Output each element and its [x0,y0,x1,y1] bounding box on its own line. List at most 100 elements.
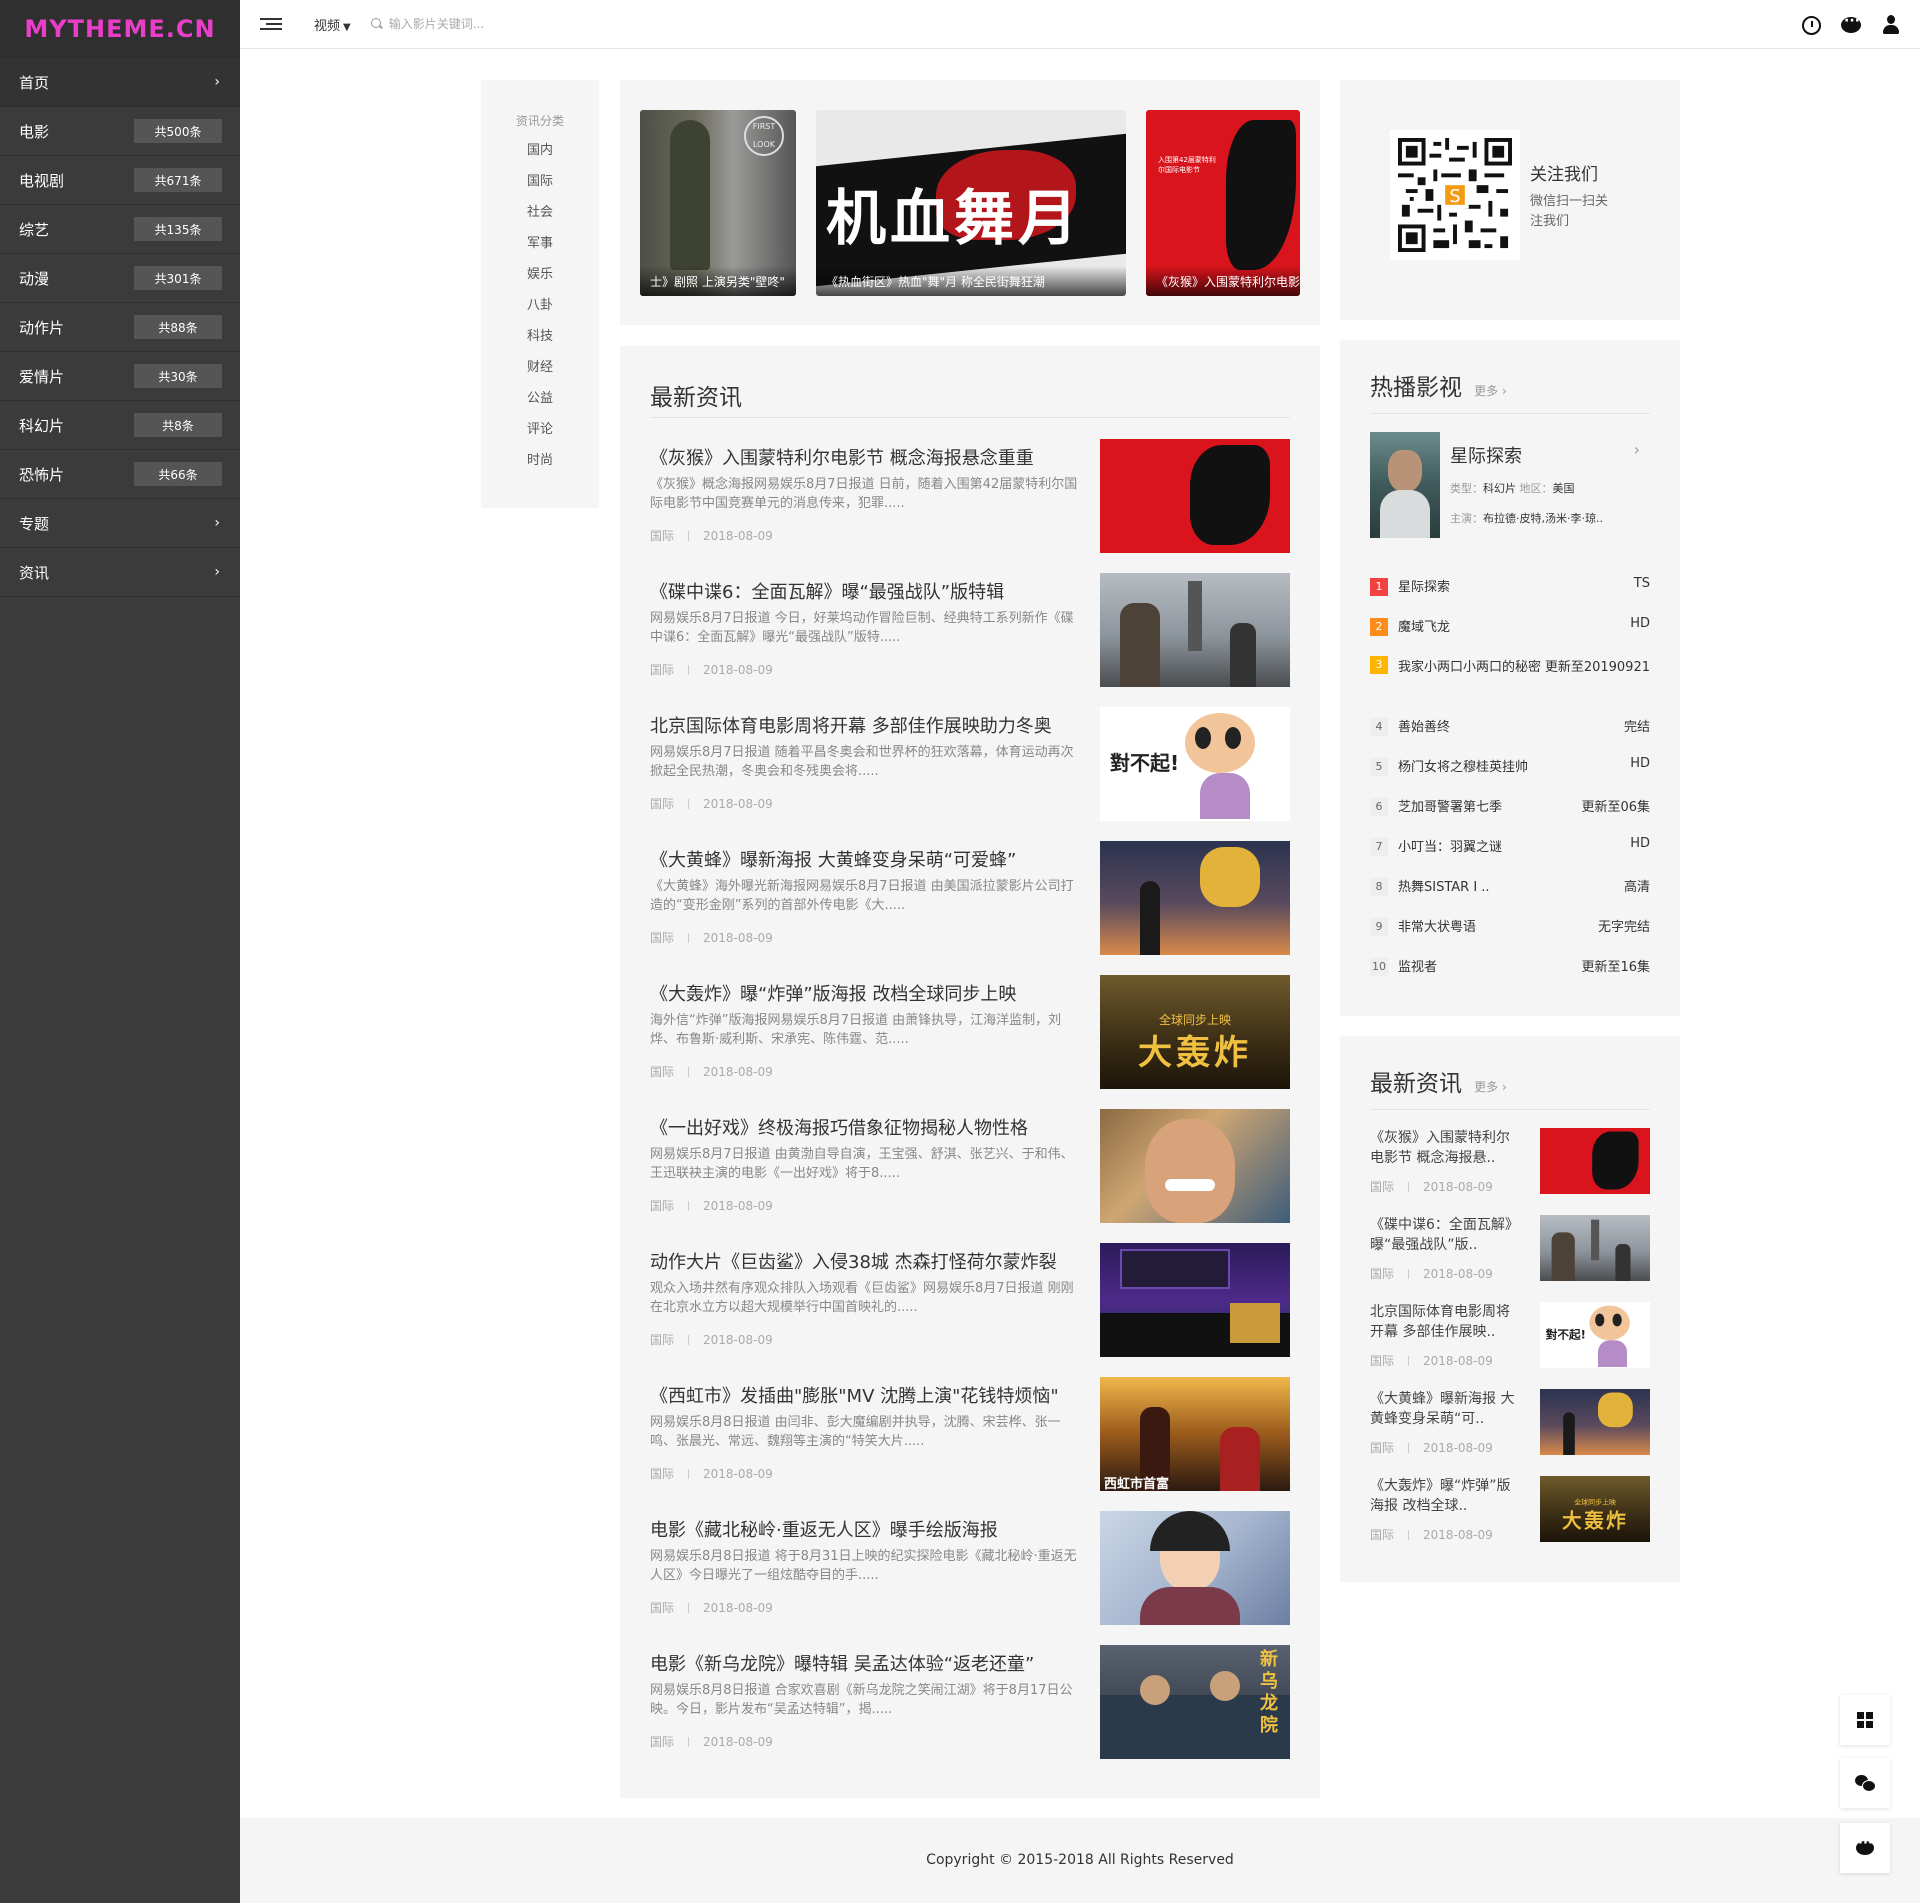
news-thumbnail[interactable] [1100,1109,1290,1223]
feedback-button[interactable] [1840,1823,1890,1873]
wechat-button[interactable] [1840,1758,1890,1808]
news-item[interactable]: 《大轰炸》曝“炸弹”版海报 改档全球同步上映 海外信“炸弹”版海报网易娱乐8月7… [650,975,1290,1091]
ranking-item[interactable]: 2 魔域飞龙 HD [1370,616,1650,636]
featured-video[interactable]: 星际探索 › 类型：科幻片 地区：美国 主演：布拉德·皮特,汤米·李·琼.. [1370,432,1650,538]
ranking-item[interactable]: 4 善始善终 完结 [1370,716,1650,736]
rank-title[interactable]: 小叮当：羽翼之谜 [1398,840,1502,855]
news-item[interactable]: 《西虹市》发插曲"膨胀"MV 沈腾上演"花钱特烦恼" 网易娱乐8月8日报道 由闫… [650,1377,1290,1493]
news-category[interactable]: 国际 [650,529,674,543]
rank-title[interactable]: 芝加哥警署第七季 [1398,800,1502,815]
news-title[interactable]: 北京国际体育电影周将开幕 多部佳作展映助力冬奥 [650,712,1100,738]
featured-title[interactable]: 星际探索 [1450,442,1522,468]
category-link[interactable]: 公益 [481,391,599,422]
category-link[interactable]: 军事 [481,236,599,267]
news-thumbnail[interactable] [1100,1243,1290,1357]
sidebar-item[interactable]: 资讯 › [0,548,240,597]
history-clock-icon[interactable] [1800,14,1822,36]
news-title[interactable]: 《灰猴》入围蒙特利尔电影节 概念海报悬念重重 [650,444,1100,470]
news-category[interactable]: 国际 [1370,1267,1394,1281]
windows-app-button[interactable] [1840,1695,1890,1745]
menu-toggle-icon[interactable] [260,18,282,30]
ranking-item[interactable]: 1 星际探索 TS [1370,576,1650,596]
banner-slide[interactable]: 入围第42届蒙特利尔国际电影节 《灰猴》入围蒙特利尔电影节 [1146,110,1300,296]
news-item[interactable]: 《灰猴》入围蒙特利尔电影节 概念海报悬念重重 《灰猴》概念海报网易娱乐8月7日报… [650,439,1290,555]
sidebar-item[interactable]: 爱情片 共30条 [0,352,240,401]
news-category[interactable]: 国际 [1370,1441,1394,1455]
news-thumbnail[interactable] [1100,1511,1290,1625]
news-title[interactable]: 电影《藏北秘岭·重返无人区》曝手绘版海报 [650,1516,1100,1542]
rank-title[interactable]: 魔域飞龙 [1398,620,1450,635]
mini-news-title[interactable]: 《大轰炸》曝“炸弹”版海报 改档全球.. [1370,1476,1520,1516]
sidebar-item[interactable]: 综艺 共135条 [0,205,240,254]
news-category[interactable]: 国际 [650,1199,674,1213]
rank-title[interactable]: 监视者 [1398,960,1437,975]
sidebar-item[interactable]: 动漫 共301条 [0,254,240,303]
message-icon[interactable] [1840,13,1862,36]
news-category[interactable]: 国际 [650,1467,674,1481]
mini-news-thumbnail[interactable]: 大轰炸 全球同步上映 [1540,1476,1650,1542]
sidebar-item[interactable]: 电影 共500条 [0,107,240,156]
news-category[interactable]: 国际 [1370,1354,1394,1368]
banner-slide[interactable]: FIRST LOOK 士》剧照 上演另类"壁咚" [640,110,796,296]
news-thumbnail[interactable] [1100,439,1290,553]
ranking-item[interactable]: 3 我家小两口小两口的秘密 更新至20190921 [1370,656,1650,675]
rank-title[interactable]: 热舞SISTAR I .. [1398,880,1490,895]
news-thumbnail[interactable]: 對不起! [1100,707,1290,821]
mini-news-item[interactable]: 《灰猴》入围蒙特利尔电影节 概念海报悬.. 国际 2018-08-09 [1370,1128,1650,1194]
rank-title[interactable]: 我家小两口小两口的秘密 [1398,656,1548,675]
more-link[interactable]: 更多 › [1474,384,1507,398]
user-icon[interactable] [1880,14,1902,36]
news-item[interactable]: 《大黄蜂》曝新海报 大黄蜂变身呆萌“可爱蜂” 《大黄蜂》海外曝光新海报网易娱乐8… [650,841,1290,957]
news-item[interactable]: 电影《新乌龙院》曝特辑 吴孟达体验“返老还童” 网易娱乐8月8日报道 合家欢喜剧… [650,1645,1290,1761]
mini-news-thumbnail[interactable] [1540,1215,1650,1281]
ranking-item[interactable]: 5 杨门女将之穆桂英挂帅 HD [1370,756,1650,776]
news-title[interactable]: 《碟中谍6：全面瓦解》曝“最强战队”版特辑 [650,578,1100,604]
category-link[interactable]: 国际 [481,174,599,205]
mini-news-item[interactable]: 《大轰炸》曝“炸弹”版海报 改档全球.. 国际 2018-08-09 大轰炸 全球同… [1370,1476,1650,1542]
news-category[interactable]: 国际 [650,1333,674,1347]
news-item[interactable]: 动作大片《巨齿鲨》入侵38城 杰森打怪荷尔蒙炸裂 观众入场井然有序观众排队入场观… [650,1243,1290,1359]
news-title[interactable]: 《大黄蜂》曝新海报 大黄蜂变身呆萌“可爱蜂” [650,846,1100,872]
featured-poster[interactable] [1370,432,1440,538]
rank-title[interactable]: 杨门女将之穆桂英挂帅 [1398,760,1528,775]
search-input[interactable] [388,17,689,31]
category-link[interactable]: 科技 [481,329,599,360]
sidebar-item[interactable]: 动作片 共88条 [0,303,240,352]
news-category[interactable]: 国际 [650,1735,674,1749]
banner-slide[interactable]: 机血舞月 《热血街区》热血"舞"月 称全民街舞狂潮 [816,110,1126,296]
news-title[interactable]: 动作大片《巨齿鲨》入侵38城 杰森打怪荷尔蒙炸裂 [650,1248,1100,1274]
sidebar-item[interactable]: 恐怖片 共66条 [0,450,240,499]
news-thumbnail[interactable] [1100,573,1290,687]
sidebar-item[interactable]: 科幻片 共8条 [0,401,240,450]
news-category[interactable]: 国际 [1370,1528,1394,1542]
category-link[interactable]: 娱乐 [481,267,599,298]
mini-news-title[interactable]: 北京国际体育电影周将开幕 多部佳作展映.. [1370,1302,1520,1342]
ranking-item[interactable]: 7 小叮当：羽翼之谜 HD [1370,836,1650,856]
news-item[interactable]: 电影《藏北秘岭·重返无人区》曝手绘版海报 网易娱乐8月8日报道 将于8月31日上… [650,1511,1290,1627]
sidebar-item[interactable]: 专题 › [0,499,240,548]
more-link[interactable]: 更多 › [1474,1080,1507,1094]
news-category[interactable]: 国际 [650,1601,674,1615]
category-link[interactable]: 八卦 [481,298,599,329]
news-category[interactable]: 国际 [650,931,674,945]
category-link[interactable]: 财经 [481,360,599,391]
news-thumbnail[interactable]: 西虹市首富 [1100,1377,1290,1491]
news-title[interactable]: 《一出好戏》终极海报巧借象征物揭秘人物性格 [650,1114,1100,1140]
news-item[interactable]: 《一出好戏》终极海报巧借象征物揭秘人物性格 网易娱乐8月7日报道 由黄渤自导自演… [650,1109,1290,1225]
category-link[interactable]: 评论 [481,422,599,453]
mini-news-thumbnail[interactable] [1540,1128,1650,1194]
rank-title[interactable]: 星际探索 [1398,580,1450,595]
news-item[interactable]: 北京国际体育电影周将开幕 多部佳作展映助力冬奥 网易娱乐8月7日报道 随着平昌冬… [650,707,1290,823]
rank-title[interactable]: 非常大状粤语 [1398,920,1476,935]
search-type-dropdown[interactable]: 视频 ▼ [314,15,351,34]
mini-news-thumbnail[interactable]: 對不起! [1540,1302,1650,1368]
ranking-item[interactable]: 9 非常大状粤语 无字完结 [1370,916,1650,936]
news-category[interactable]: 国际 [650,663,674,677]
news-title[interactable]: 电影《新乌龙院》曝特辑 吴孟达体验“返老还童” [650,1650,1100,1676]
ranking-item[interactable]: 6 芝加哥警署第七季 更新至06集 [1370,796,1650,816]
category-link[interactable]: 国内 [481,143,599,174]
mini-news-title[interactable]: 《大黄蜂》曝新海报 大黄蜂变身呆萌“可.. [1370,1389,1520,1429]
news-thumbnail[interactable] [1100,841,1290,955]
category-link[interactable]: 时尚 [481,453,599,484]
news-thumbnail[interactable]: 新乌龙院 [1100,1645,1290,1759]
